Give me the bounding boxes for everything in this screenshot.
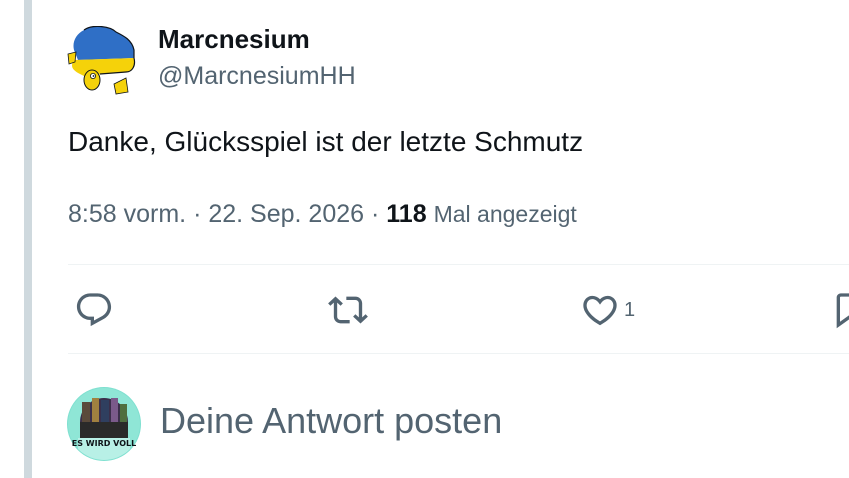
retweet-button[interactable]	[328, 290, 368, 330]
author-avatar[interactable]	[66, 25, 136, 96]
tweet-meta: 8:58 vorm. · 22. Sep. 2026 · 118 Mal ang…	[68, 200, 577, 229]
author-avatar-image	[67, 25, 136, 95]
bookmark-button[interactable]	[830, 290, 849, 330]
thread-line	[24, 0, 32, 478]
bookmark-icon	[836, 293, 849, 329]
views-count[interactable]: 118	[386, 200, 426, 228]
tweet-date[interactable]: 22. Sep. 2026	[208, 200, 364, 228]
heart-icon	[583, 295, 617, 326]
like-button[interactable]: 1	[580, 290, 635, 330]
tweet-text: Danke, Glücksspiel ist der letzte Schmut…	[68, 126, 584, 157]
views-label[interactable]: Mal angezeigt	[434, 201, 577, 227]
retweet-icon	[328, 296, 368, 324]
like-count: 1	[624, 298, 636, 321]
current-user-avatar[interactable]: ES WIRD VOLL	[66, 386, 142, 462]
reply-button[interactable]	[74, 290, 114, 330]
reply-icon	[76, 293, 112, 327]
reply-input[interactable]: Deine Antwort posten	[160, 400, 502, 442]
divider-top	[68, 264, 849, 265]
tweet-time[interactable]: 8:58 vorm.	[68, 200, 186, 228]
meta-separator: ·	[193, 200, 202, 228]
divider-bottom	[68, 353, 849, 354]
meta-separator: ·	[371, 200, 380, 228]
author-display-name[interactable]: Marcnesium	[158, 24, 310, 55]
current-user-avatar-image: ES WIRD VOLL	[67, 387, 141, 461]
avatar-caption: ES WIRD VOLL	[72, 439, 136, 448]
author-handle[interactable]: @MarcnesiumHH	[158, 62, 356, 91]
